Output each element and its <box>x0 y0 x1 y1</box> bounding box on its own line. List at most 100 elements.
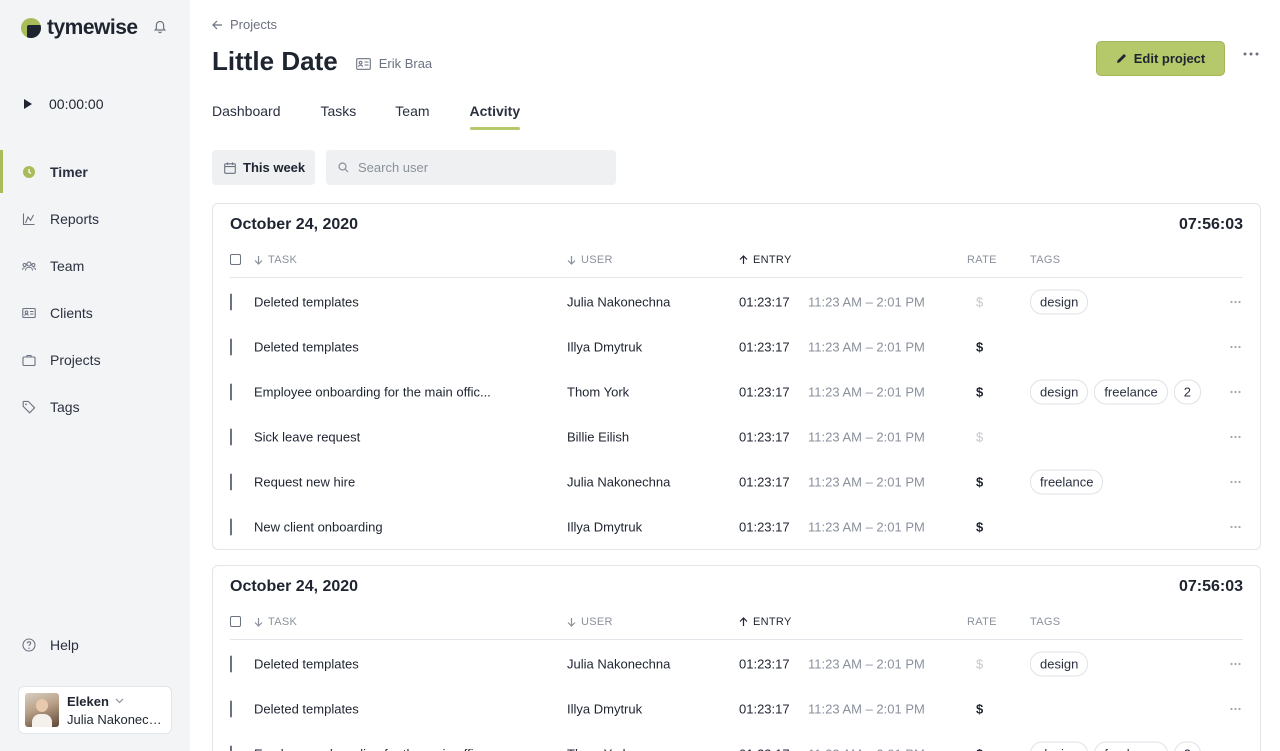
calendar-icon <box>224 162 236 174</box>
tag-chip[interactable]: design <box>1030 651 1089 676</box>
tag-chip[interactable]: design <box>1030 379 1089 404</box>
tag-chip[interactable]: freelance <box>1094 741 1168 751</box>
row-checkbox[interactable] <box>230 518 232 535</box>
briefcase-icon <box>22 353 36 367</box>
row-checkbox[interactable] <box>230 383 232 400</box>
entry-time-range: 11:23 AM – 2:01 PM <box>808 474 925 489</box>
task-name: Sick leave request <box>254 429 361 444</box>
arrow-left-icon <box>212 20 223 30</box>
table-row[interactable]: Deleted templates Illya Dmytruk 01:23:17 11… <box>230 686 1243 731</box>
tag-icon <box>22 400 36 414</box>
rate-toggle[interactable]: $ <box>976 474 983 489</box>
breadcrumb-back[interactable]: Projects <box>212 17 277 32</box>
more-options-icon[interactable] <box>1243 52 1259 56</box>
row-checkbox[interactable] <box>230 745 232 751</box>
table-row[interactable]: Employee onboarding for the main offic..… <box>230 731 1243 751</box>
rate-toggle[interactable]: $ <box>976 294 983 309</box>
user-menu[interactable]: Eleken Julia Nakonechna <box>18 686 172 734</box>
select-all-checkbox[interactable] <box>230 616 241 627</box>
rate-toggle[interactable]: $ <box>976 519 983 534</box>
sidebar-item-label: Tags <box>50 398 80 415</box>
search-user-field[interactable] <box>326 150 616 185</box>
tag-chip[interactable]: freelance <box>1094 379 1168 404</box>
row-more-icon[interactable] <box>1230 525 1241 528</box>
sidebar-item-tags[interactable]: Tags <box>0 383 190 430</box>
table-row[interactable]: New client onboarding Illya Dmytruk 01:23:… <box>230 504 1243 549</box>
user-name-cell: Julia Nakonechna <box>567 656 671 671</box>
rate-toggle[interactable]: $ <box>976 384 983 399</box>
row-checkbox[interactable] <box>230 428 232 445</box>
row-more-icon[interactable] <box>1230 435 1241 438</box>
column-tags[interactable]: TAGS <box>1030 254 1060 266</box>
select-all-checkbox[interactable] <box>230 254 241 265</box>
bell-icon[interactable] <box>154 20 166 34</box>
timer-control[interactable]: 00:00:00 <box>23 96 104 112</box>
row-more-icon[interactable] <box>1230 390 1241 393</box>
row-more-icon[interactable] <box>1230 300 1241 303</box>
tab-tasks[interactable]: Tasks <box>321 103 357 130</box>
row-more-icon[interactable] <box>1230 345 1241 348</box>
sidebar-item-team[interactable]: Team <box>0 242 190 289</box>
column-rate[interactable]: RATE <box>967 616 997 628</box>
column-user[interactable]: USER <box>567 254 613 266</box>
row-checkbox[interactable] <box>230 338 232 355</box>
table-row[interactable]: Deleted templates Julia Nakonechna 01:23:1… <box>230 279 1243 324</box>
rate-toggle[interactable]: $ <box>976 656 983 671</box>
task-name: Deleted templates <box>254 339 359 354</box>
column-task[interactable]: TASK <box>254 616 297 628</box>
table-row[interactable]: Sick leave request Billie Eilish 01:23:17 1… <box>230 414 1243 459</box>
column-task[interactable]: TASK <box>254 254 297 266</box>
tab-team[interactable]: Team <box>395 103 429 130</box>
table-row[interactable]: Deleted templates Illya Dmytruk 01:23:17 11… <box>230 324 1243 369</box>
activity-group: October 24, 2020 07:56:03 TASK USER ENTRY RAT… <box>212 565 1261 751</box>
row-checkbox[interactable] <box>230 700 232 717</box>
column-user[interactable]: USER <box>567 616 613 628</box>
more-tags-count[interactable]: 2 <box>1173 379 1202 404</box>
column-label: RATE <box>967 254 997 266</box>
entry-duration: 01:23:17 <box>739 339 790 354</box>
tag-chip[interactable]: design <box>1030 289 1089 314</box>
help-link[interactable]: Help <box>22 637 79 653</box>
avatar <box>25 693 59 727</box>
rate-toggle[interactable]: $ <box>976 701 983 716</box>
task-name: New client onboarding <box>254 519 383 534</box>
tab-dashboard[interactable]: Dashboard <box>212 103 281 130</box>
row-checkbox[interactable] <box>230 655 232 672</box>
rate-toggle[interactable]: $ <box>976 429 983 444</box>
tag-chip[interactable]: freelance <box>1030 469 1104 494</box>
rate-toggle[interactable]: $ <box>976 339 983 354</box>
activity-group: October 24, 2020 07:56:03 TASK USER ENTRY RAT… <box>212 203 1261 550</box>
more-tags-count[interactable]: 2 <box>1173 741 1202 751</box>
column-tags[interactable]: TAGS <box>1030 616 1060 628</box>
table-row[interactable]: Employee onboarding for the main offic..… <box>230 369 1243 414</box>
row-more-icon[interactable] <box>1230 662 1241 665</box>
sidebar-item-reports[interactable]: Reports <box>0 195 190 242</box>
sidebar-item-clients[interactable]: Clients <box>0 289 190 336</box>
project-client[interactable]: Erik Braa <box>355 56 432 71</box>
play-icon[interactable] <box>23 98 33 110</box>
user-name-cell: Julia Nakonechna <box>567 474 671 489</box>
tag-chip[interactable]: design <box>1030 741 1089 751</box>
row-more-icon[interactable] <box>1230 480 1241 483</box>
sidebar-nav: Timer Reports Team Clients Projects Tags <box>0 148 190 430</box>
logo[interactable]: tymewise <box>21 16 138 40</box>
table-row[interactable]: Deleted templates Julia Nakonechna 01:23:1… <box>230 641 1243 686</box>
edit-project-button[interactable]: Edit project <box>1096 41 1225 76</box>
column-entry[interactable]: ENTRY <box>739 616 792 628</box>
table-row[interactable]: Request new hire Julia Nakonechna 01:23:17… <box>230 459 1243 504</box>
entry-duration: 01:23:17 <box>739 294 790 309</box>
row-checkbox[interactable] <box>230 293 232 310</box>
entry-duration: 01:23:17 <box>739 746 790 751</box>
rate-toggle[interactable]: $ <box>976 746 983 751</box>
tab-activity[interactable]: Activity <box>469 103 520 130</box>
sidebar-item-projects[interactable]: Projects <box>0 336 190 383</box>
pencil-icon <box>1116 53 1127 64</box>
search-input[interactable] <box>358 160 598 175</box>
sidebar-item-timer[interactable]: Timer <box>0 148 190 195</box>
row-more-icon[interactable] <box>1230 707 1241 710</box>
column-entry[interactable]: ENTRY <box>739 254 792 266</box>
row-checkbox[interactable] <box>230 473 232 490</box>
column-rate[interactable]: RATE <box>967 254 997 266</box>
reports-icon <box>22 212 36 226</box>
date-range-button[interactable]: This week <box>212 150 315 185</box>
